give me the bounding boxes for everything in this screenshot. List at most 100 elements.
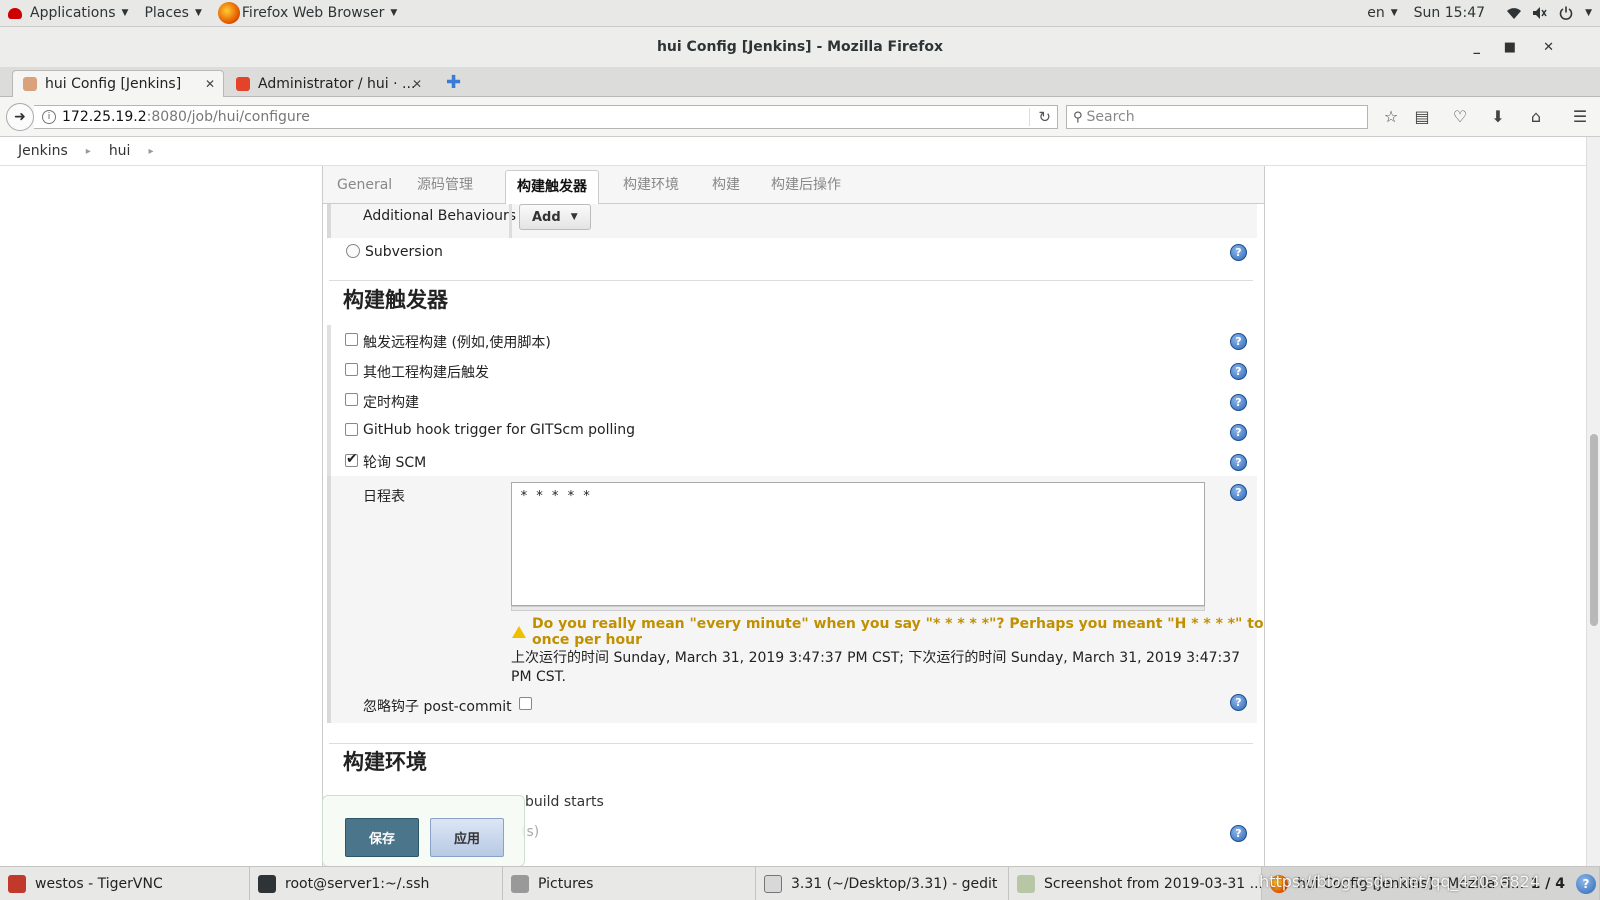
system-menu[interactable]: ▼	[1493, 0, 1600, 27]
scrollbar-thumb[interactable]	[1590, 434, 1598, 626]
maximize-button[interactable]: ■	[1504, 27, 1516, 67]
tab-build[interactable]: 构建	[701, 166, 751, 204]
back-button[interactable]: ➜	[6, 103, 34, 131]
help-icon[interactable]: ?	[1230, 244, 1247, 261]
tab-build-env[interactable]: 构建环境	[612, 166, 690, 204]
search-input[interactable]: ⚲ Search	[1066, 105, 1368, 129]
pocket-icon[interactable]: ♡	[1448, 105, 1472, 129]
tab-scm[interactable]: 源码管理	[406, 166, 484, 204]
breadcrumb-hui[interactable]: hui	[91, 143, 149, 159]
additional-behaviours-label: Additional Behaviours	[363, 208, 517, 224]
firefox-app-menu[interactable]: Firefox Web Browser ▼	[210, 0, 405, 27]
plus-icon: ✚	[446, 72, 462, 93]
build-env-title: 构建环境	[343, 750, 427, 774]
chevron-right-icon[interactable]: ▸	[148, 146, 153, 157]
divider	[509, 204, 512, 238]
window-title-bar: hui Config [Jenkins] - Mozilla Firefox _…	[0, 27, 1600, 67]
tab-gitlab[interactable]: Administrator / hui · ... ✕	[226, 70, 430, 97]
schedule-textarea[interactable]: * * * * *	[511, 482, 1205, 606]
url-bar[interactable]: i 172.25.19.2:8080/job/hui/configure ↻	[34, 105, 1058, 129]
url-host: 172.25.19.2	[62, 109, 147, 125]
task-tigervnc[interactable]: westos - TigerVNC	[0, 867, 250, 900]
wifi-icon	[1506, 6, 1522, 20]
task-terminal[interactable]: root@server1:~/.ssh	[250, 867, 503, 900]
browser-tab-bar: hui Config [Jenkins] ✕ Administrator / h…	[0, 67, 1600, 97]
help-icon[interactable]: ?	[1230, 825, 1247, 842]
breadcrumb-jenkins[interactable]: Jenkins	[0, 143, 86, 159]
home-icon[interactable]: ⌂	[1524, 105, 1548, 129]
chevron-down-icon: ▼	[121, 8, 129, 18]
task-label: Pictures	[538, 875, 594, 892]
applications-menu[interactable]: Applications ▼	[0, 0, 136, 27]
cron-warning: Do you really mean "every minute" when y…	[532, 616, 1264, 648]
new-tab-button[interactable]: ✚	[446, 72, 461, 93]
subversion-label: Subversion	[365, 244, 443, 260]
reading-list-icon[interactable]: ▤	[1410, 105, 1434, 129]
places-menu[interactable]: Places ▼	[136, 0, 209, 27]
help-icon[interactable]: ?	[1230, 484, 1247, 501]
help-icon[interactable]: ?	[1230, 333, 1247, 350]
task-label: root@server1:~/.ssh	[285, 875, 430, 892]
help-icon[interactable]: ?	[1230, 394, 1247, 411]
chevron-down-icon: ▼	[1585, 8, 1592, 18]
add-label: Add	[532, 209, 561, 225]
run-info-line2: PM CST.	[511, 669, 566, 685]
trigger-periodic-label: 定时构建	[363, 395, 419, 411]
tab-label: hui Config [Jenkins]	[45, 76, 182, 92]
language-menu[interactable]: en ▼	[1359, 0, 1405, 27]
search-placeholder: Search	[1086, 109, 1135, 125]
tab-post-build[interactable]: 构建后操作	[760, 166, 852, 204]
trigger-poll-scm-checkbox[interactable]	[345, 451, 358, 467]
run-info-line1: 上次运行的时间 Sunday, March 31, 2019 3:47:37 P…	[511, 650, 1241, 666]
save-button[interactable]: 保存	[345, 818, 419, 857]
help-icon[interactable]: ?	[1230, 363, 1247, 380]
download-icon[interactable]: ⬇	[1486, 105, 1510, 129]
add-behaviour-button[interactable]: Add ▼	[519, 204, 591, 230]
trigger-github-hook-label: GitHub hook trigger for GITScm polling	[363, 422, 636, 438]
help-icon[interactable]: ?	[1230, 694, 1247, 711]
trigger-remote-checkbox[interactable]	[345, 333, 358, 346]
tab-label: Administrator / hui · ...	[258, 75, 416, 92]
trigger-periodic-checkbox[interactable]	[345, 393, 358, 406]
tab-build-triggers[interactable]: 构建触发器	[505, 170, 599, 205]
trigger-after-other-checkbox[interactable]	[345, 363, 358, 376]
info-icon[interactable]: i	[42, 110, 56, 124]
volume-icon	[1532, 6, 1548, 20]
task-label: 3.31 (~/Desktop/3.31) - gedit	[791, 875, 998, 892]
run-info: 上次运行的时间 Sunday, March 31, 2019 3:47:37 P…	[511, 649, 1241, 687]
help-icon[interactable]: ?	[1576, 874, 1596, 894]
ignore-hook-checkbox[interactable]	[519, 697, 532, 710]
close-tab-icon[interactable]: ✕	[412, 77, 422, 91]
build-triggers-title: 构建触发器	[343, 288, 448, 312]
trigger-github-hook-checkbox[interactable]	[345, 423, 358, 436]
bookmark-star-icon[interactable]: ☆	[1379, 105, 1403, 129]
task-pictures[interactable]: Pictures	[503, 867, 756, 900]
close-tab-icon[interactable]: ✕	[205, 77, 215, 91]
chevron-down-icon: ▼	[570, 212, 578, 222]
minimize-icon: _	[1473, 39, 1481, 55]
task-gedit[interactable]: 3.31 (~/Desktop/3.31) - gedit	[756, 867, 1009, 900]
minimize-button[interactable]: _	[1474, 27, 1481, 67]
page-scrollbar[interactable]	[1586, 137, 1600, 866]
hamburger-menu-icon[interactable]: ☰	[1568, 105, 1592, 129]
language-label: en	[1367, 5, 1385, 21]
textarea-resize-handle[interactable]	[511, 606, 1205, 611]
warning-icon	[512, 626, 526, 638]
help-icon[interactable]: ?	[1230, 454, 1247, 471]
close-window-button[interactable]: ✕	[1543, 27, 1554, 67]
tab-jenkins-config[interactable]: hui Config [Jenkins] ✕	[12, 70, 224, 97]
save-bar: 保存 应用	[322, 795, 525, 867]
trigger-remote-label: 触发远程构建 (例如,使用脚本)	[363, 335, 551, 351]
schedule-label: 日程表	[363, 489, 405, 505]
close-icon: ✕	[1543, 39, 1554, 55]
clock[interactable]: Sun 15:47	[1406, 0, 1493, 27]
tab-general[interactable]: General	[326, 166, 403, 204]
reload-icon[interactable]: ↻	[1029, 108, 1051, 126]
help-icon[interactable]: ?	[1230, 424, 1247, 441]
task-screenshot[interactable]: Screenshot from 2019-03-31 ...	[1009, 867, 1262, 900]
window-title: hui Config [Jenkins] - Mozilla Firefox	[656, 39, 944, 55]
navigation-toolbar: ➜ i 172.25.19.2:8080/job/hui/configure ↻…	[0, 97, 1600, 137]
apply-button[interactable]: 应用	[430, 818, 504, 857]
applications-label: Applications	[30, 5, 116, 21]
subversion-radio[interactable]	[346, 244, 360, 258]
